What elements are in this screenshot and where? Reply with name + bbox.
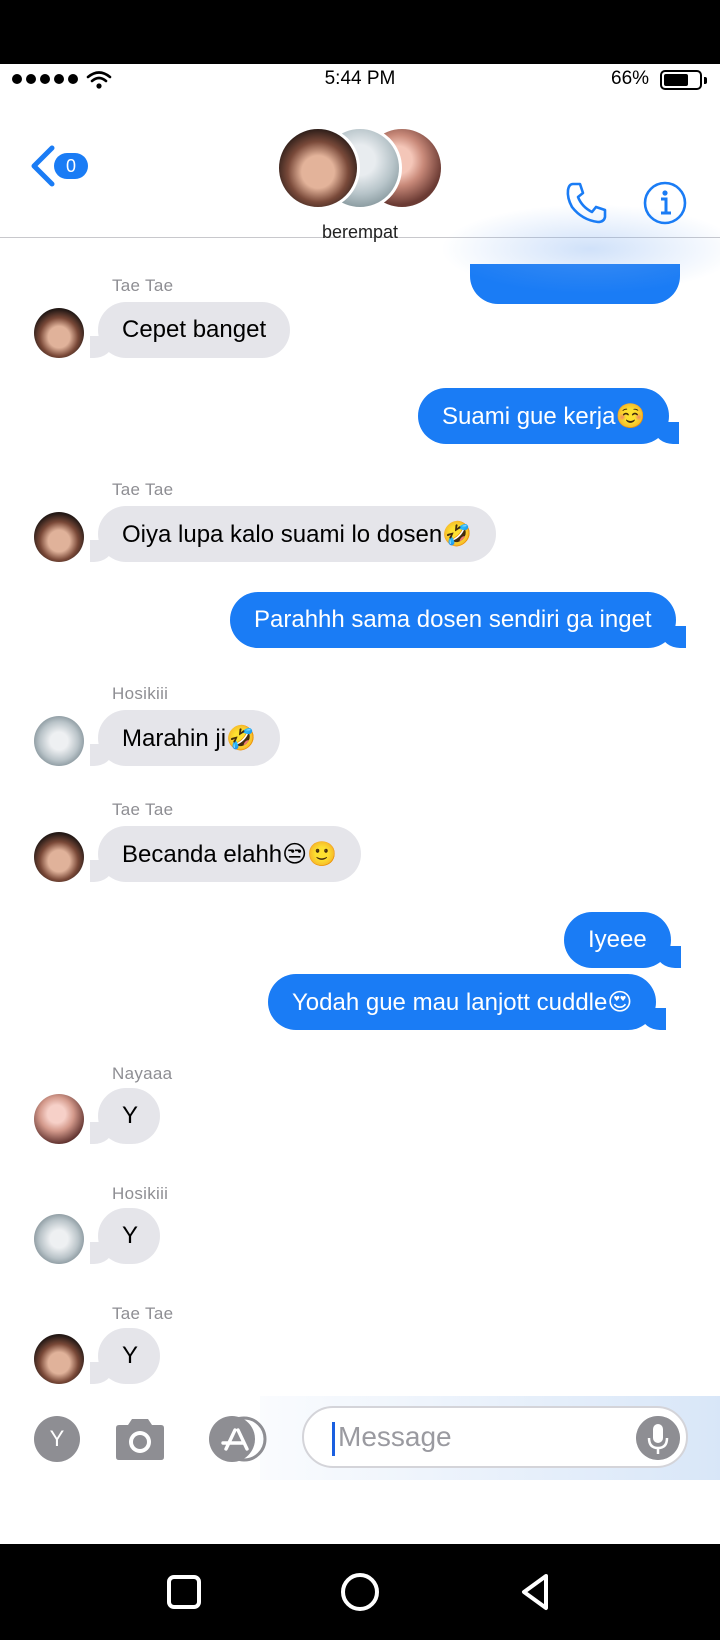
conversation-header: 0 berempat — [0, 94, 720, 294]
sender-avatar[interactable] — [34, 1334, 84, 1384]
incoming-message[interactable]: Becanda elahh😒🙂 — [89, 826, 362, 882]
text-caret — [332, 1422, 335, 1456]
message-text: Y — [122, 1342, 139, 1369]
message-text: Iyeee — [588, 926, 647, 953]
android-nav-bar — [0, 1544, 720, 1640]
sender-avatar[interactable] — [34, 1214, 84, 1264]
sender-name: Hosikiii — [112, 684, 169, 703]
message-emoji: 😒🙂 — [282, 840, 338, 868]
app-store-icon[interactable] — [204, 1416, 270, 1462]
sender-name: Tae Tae — [112, 1304, 174, 1323]
group-name[interactable]: berempat — [0, 222, 720, 243]
incoming-message[interactable]: Y — [90, 1208, 160, 1264]
sender-avatar[interactable] — [34, 832, 84, 882]
message-placeholder: Message — [338, 1421, 452, 1452]
user-avatar-button[interactable]: Y — [34, 1416, 80, 1462]
sender-name: Hosikiii — [112, 1184, 169, 1203]
home-icon[interactable] — [336, 1568, 384, 1616]
message-text: Y — [122, 1102, 139, 1129]
recents-icon[interactable] — [160, 1568, 208, 1616]
message-input[interactable]: Message — [302, 1406, 688, 1468]
incoming-message[interactable]: Cepet banget — [89, 302, 291, 358]
input-bar: Y Message — [0, 1396, 720, 1480]
incoming-message[interactable]: Marahin ji🤣 — [90, 710, 280, 766]
sender-avatar[interactable] — [34, 1094, 84, 1144]
outgoing-message[interactable]: Parahhh sama dosen sendiri ga inget — [230, 592, 686, 648]
sender-avatar[interactable] — [34, 716, 84, 766]
battery-icon — [660, 70, 707, 90]
incoming-message[interactable]: Y — [90, 1088, 160, 1144]
incoming-message[interactable]: Y — [90, 1328, 160, 1384]
message-text: Becanda elahh — [122, 841, 283, 868]
back-triangle-icon[interactable] — [512, 1568, 560, 1616]
phone-icon[interactable] — [564, 180, 610, 226]
message-text: Suami gue kerja — [442, 403, 616, 430]
incoming-message[interactable]: Oiya lupa kalo suami lo dosen🤣 — [89, 506, 497, 562]
info-icon[interactable] — [642, 180, 688, 226]
sender-name: Tae Tae — [112, 800, 174, 819]
message-text: Y — [122, 1222, 139, 1249]
status-bar: 5:44 PM 66% — [0, 64, 720, 94]
outgoing-message[interactable]: Yodah gue mau lanjott cuddle😍 — [268, 974, 667, 1030]
message-text: Yodah gue mau lanjott cuddle — [292, 989, 608, 1016]
sender-avatar[interactable] — [34, 308, 84, 358]
message-text: Parahhh sama dosen sendiri ga inget — [254, 606, 652, 633]
battery-percent: 66% — [611, 68, 650, 89]
sender-name: Tae Tae — [112, 480, 174, 499]
group-avatars[interactable] — [276, 126, 446, 212]
camera-icon[interactable] — [112, 1416, 168, 1462]
message-emoji: ☺️ — [615, 402, 646, 430]
message-text: Cepet banget — [122, 316, 267, 343]
message-text: Marahin ji — [122, 725, 227, 752]
microphone-icon[interactable] — [636, 1416, 680, 1460]
sender-name: Nayaaa — [112, 1064, 173, 1083]
message-emoji: 🤣 — [442, 520, 473, 548]
sender-avatar[interactable] — [34, 512, 84, 562]
outgoing-message[interactable]: Suami gue kerja☺️ — [418, 388, 680, 444]
top-black-bar — [0, 0, 720, 64]
message-emoji: 🤣 — [226, 724, 256, 752]
sender-name: Tae Tae — [112, 276, 174, 295]
outgoing-message[interactable]: Iyeee — [564, 912, 681, 968]
messages-screen: Tae Tae Cepet banget Suami gue kerja☺️ T… — [0, 64, 720, 1544]
message-emoji: 😍 — [607, 988, 633, 1016]
member-avatar — [276, 126, 360, 210]
message-text: Oiya lupa kalo suami lo dosen — [122, 521, 443, 548]
unread-badge[interactable]: 0 — [54, 153, 88, 179]
